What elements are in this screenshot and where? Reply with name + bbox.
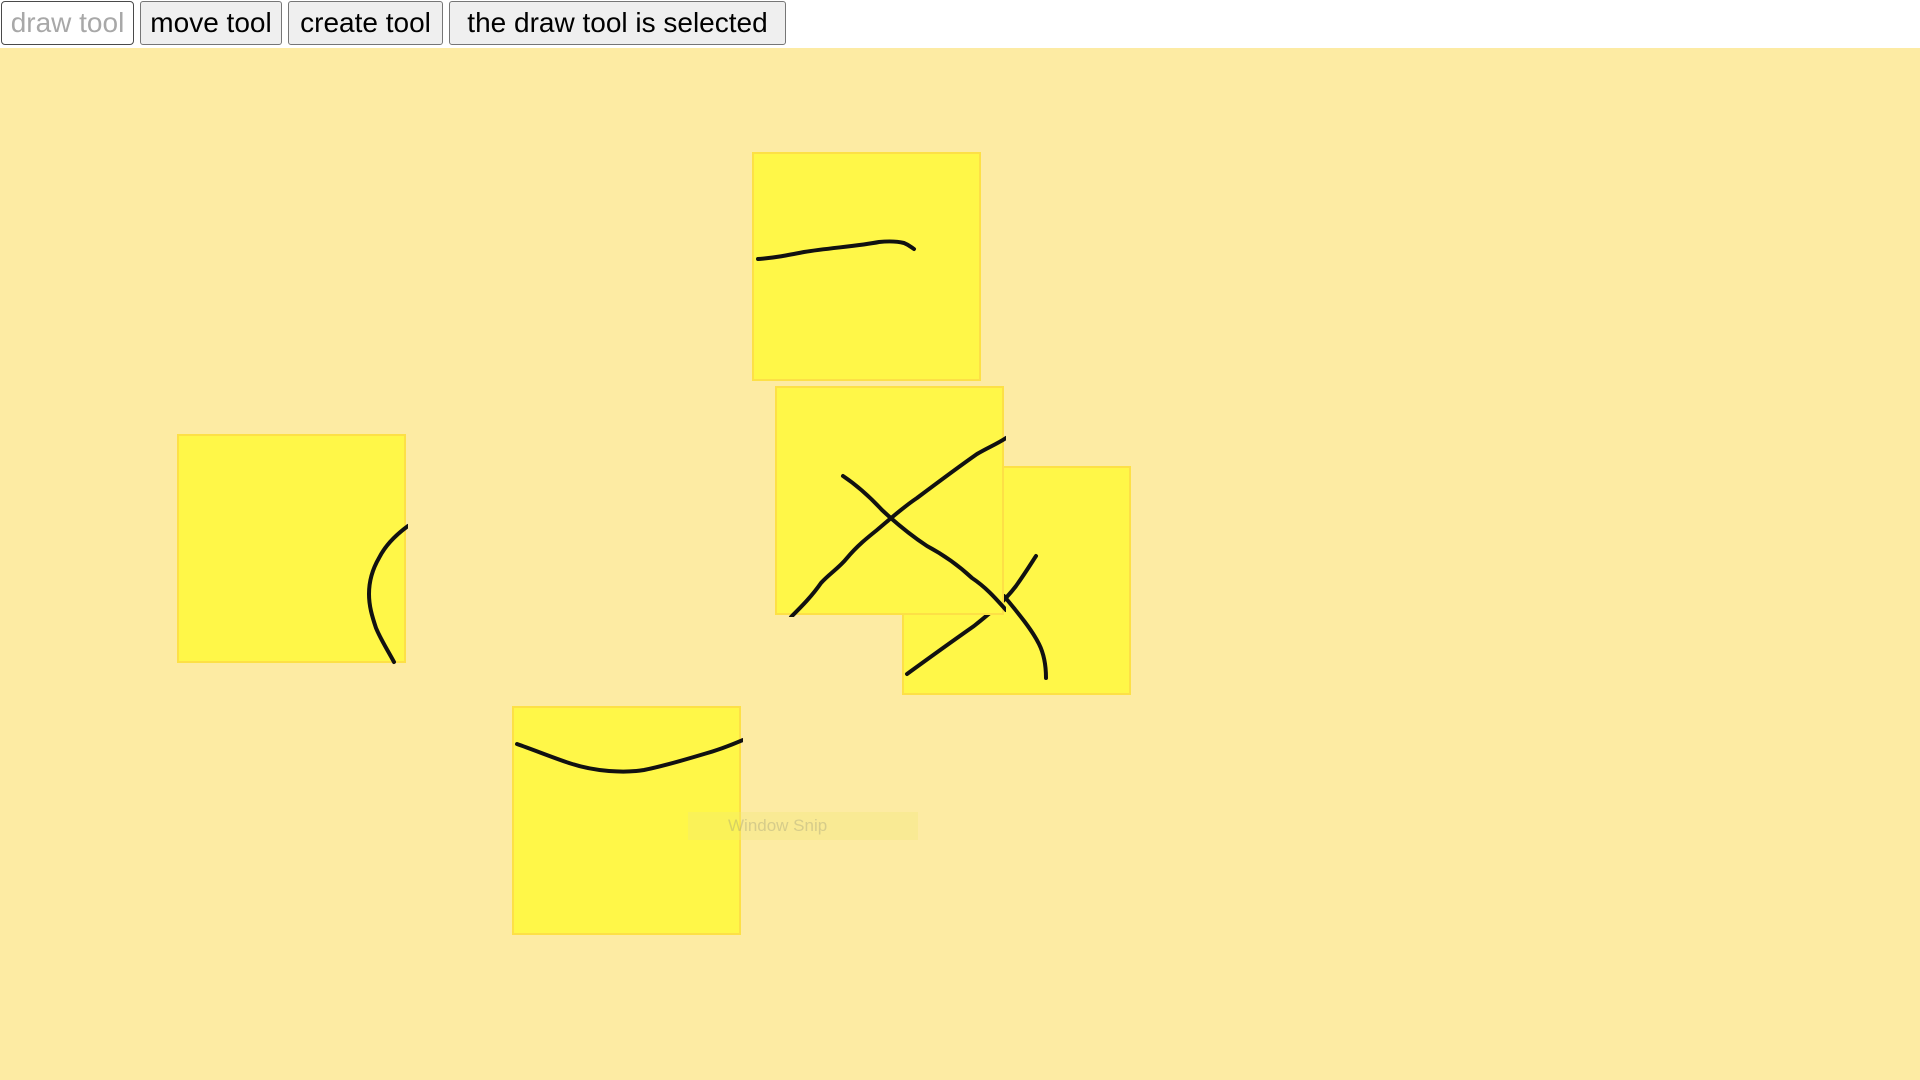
drawn-stroke [367,524,408,664]
drawn-stroke [789,436,1006,617]
drawn-stroke [1002,594,1048,680]
window-snip-hint: Window Snip [688,812,918,840]
drawing-canvas[interactable] [0,48,1920,1080]
tool-status-button[interactable]: the draw tool is selected [449,1,786,45]
sticky-note[interactable] [177,434,408,664]
sticky-note[interactable] [775,386,1006,617]
drawn-stroke [756,239,916,261]
sticky-note[interactable] [752,152,981,381]
note-drawing [756,239,916,261]
create-tool-button[interactable]: create tool [288,1,443,45]
whiteboard-app: draw tool move tool create tool the draw… [0,0,1920,1080]
move-tool-button[interactable]: move tool [140,1,282,45]
drawn-stroke [515,738,743,774]
drawn-stroke [841,474,1006,612]
note-drawing [789,436,1006,617]
note-drawing [367,524,408,664]
draw-tool-button[interactable]: draw tool [1,1,134,45]
